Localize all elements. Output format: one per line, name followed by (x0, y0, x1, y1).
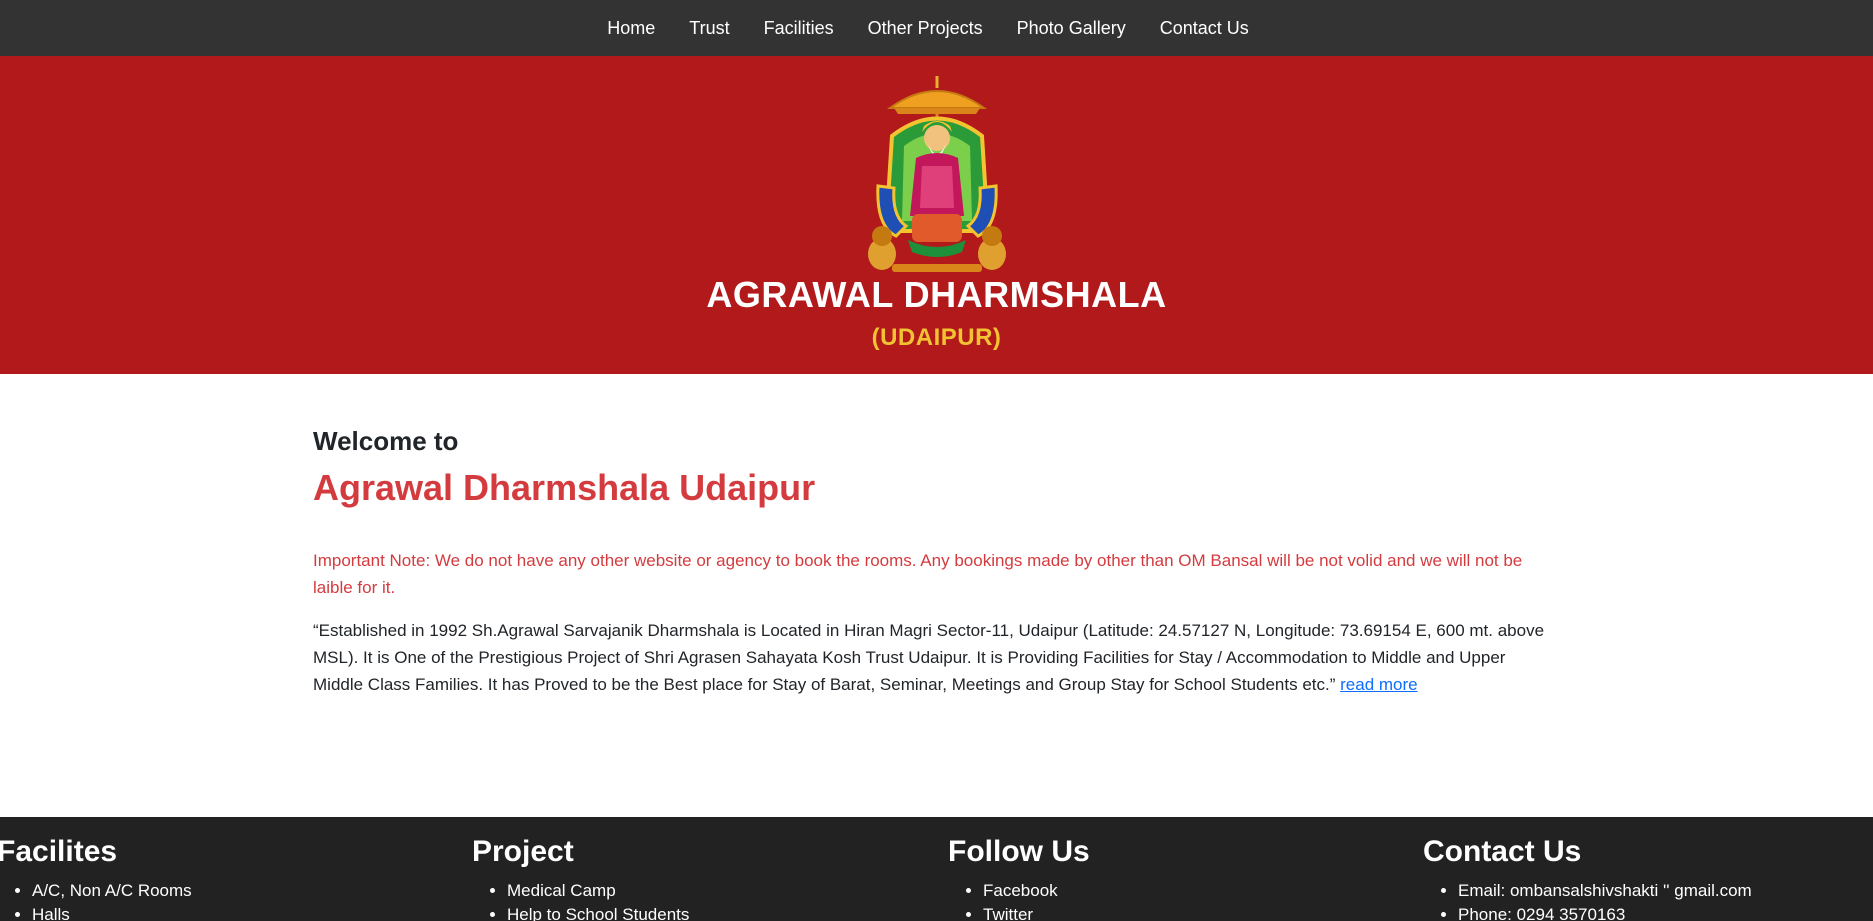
brand-title: AGRAWAL DHARMSHALA (706, 274, 1167, 315)
footer-link-facebook[interactable]: Facebook (983, 879, 1090, 903)
read-more-link[interactable]: read more (1340, 675, 1417, 694)
footer-follow-column: Follow Us Facebook Twitter (948, 835, 1090, 921)
footer-heading: Facilites (0, 835, 118, 868)
footer-email[interactable]: Email: ombansalshivshakti '' gmail.com (1458, 879, 1752, 903)
nav-trust[interactable]: Trust (689, 18, 729, 39)
footer-link[interactable]: A/C, Non A/C Rooms (32, 879, 192, 903)
main-content: Welcome to Agrawal Dharmshala Udaipur Im… (313, 426, 1558, 698)
footer-project-column: Project Medical Camp Help to School Stud… (472, 835, 689, 921)
footer-link[interactable]: Medical Camp (507, 879, 689, 903)
footer-link-twitter[interactable]: Twitter (983, 903, 1090, 921)
footer-heading: Contact Us (1423, 835, 1582, 868)
nav-photo-gallery[interactable]: Photo Gallery (1017, 18, 1126, 39)
hero-banner: AGRAWAL DHARMSHALA (UDAIPUR) (0, 56, 1873, 374)
footer-facilities-column: Facilites A/C, Non A/C Rooms Halls (0, 835, 192, 921)
brand-subtitle: (UDAIPUR) (871, 324, 1002, 351)
footer-contact-column: Contact Us Email: ombansalshivshakti '' … (1423, 835, 1752, 921)
footer-heading: Follow Us (948, 835, 1090, 868)
footer-link[interactable]: Halls (32, 903, 192, 921)
intro-paragraph: “Established in 1992 Sh.Agrawal Sarvajan… (313, 617, 1558, 698)
nav-facilities[interactable]: Facilities (764, 18, 834, 39)
maharaja-agrasen-emblem-icon (868, 76, 1006, 272)
footer-link[interactable]: Help to School Students (507, 903, 689, 921)
nav-contact-us[interactable]: Contact Us (1160, 18, 1249, 39)
important-note: Important Note: We do not have any other… (313, 551, 1523, 597)
footer-heading: Project (472, 835, 574, 868)
top-navigation: Home Trust Facilities Other Projects Pho… (0, 0, 1873, 56)
footer: Facilites A/C, Non A/C Rooms Halls Proje… (0, 817, 1873, 921)
footer-phone[interactable]: Phone: 0294 3570163 (1458, 903, 1752, 921)
nav-other-projects[interactable]: Other Projects (868, 18, 983, 39)
welcome-heading: Welcome to (313, 426, 459, 456)
nav-home[interactable]: Home (607, 18, 655, 39)
page-title: Agrawal Dharmshala Udaipur (313, 467, 816, 508)
